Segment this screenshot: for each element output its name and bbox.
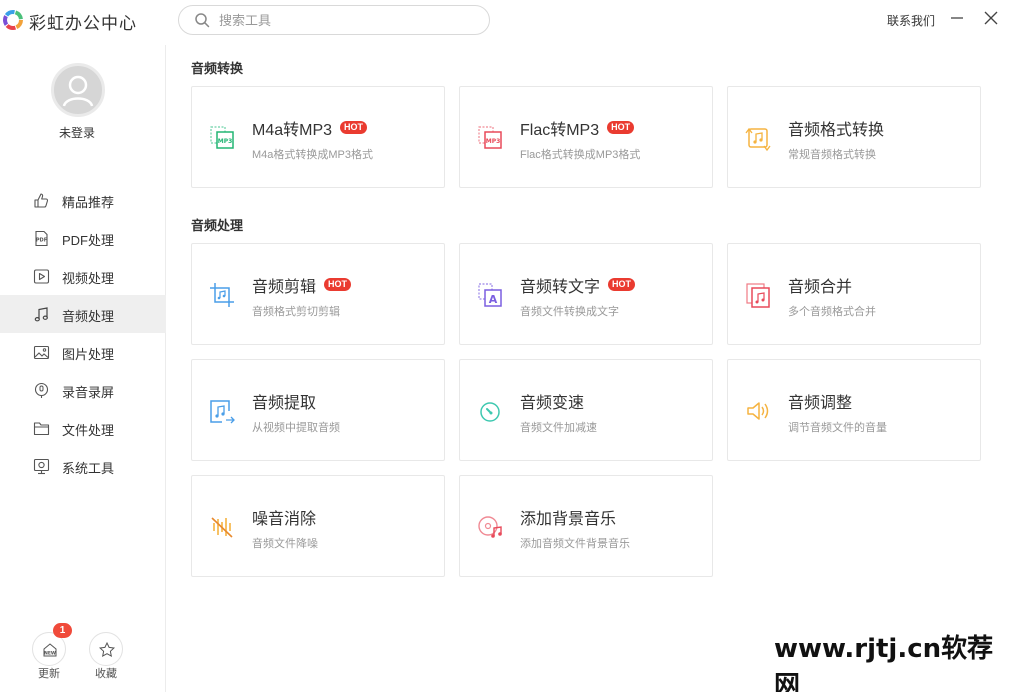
favorites-label: 收藏 bbox=[95, 668, 117, 680]
tool-card-audio-format-convert[interactable]: 音频格式转换 常规音频格式转换 bbox=[727, 86, 981, 188]
section-title-audio-processing: 音频处理 bbox=[191, 218, 244, 233]
new-update-icon: NEW bbox=[43, 643, 57, 657]
tool-card-background-music[interactable]: 添加背景音乐 添加音频文件背景音乐 bbox=[459, 475, 713, 577]
user-icon bbox=[62, 75, 94, 107]
tool-card-audio-merge[interactable]: 音频合并 多个音频格式合并 bbox=[727, 243, 981, 345]
audio-speed-icon bbox=[480, 402, 500, 422]
card-title: 音频合并 bbox=[788, 279, 853, 296]
m4a-to-mp3-icon: MP3 bbox=[210, 126, 234, 149]
hot-badge: HOT bbox=[607, 121, 635, 134]
card-description: M4a格式转换成MP3格式 bbox=[252, 149, 374, 161]
video-icon bbox=[33, 269, 50, 284]
sidebar-item-label: 系统工具 bbox=[62, 461, 115, 476]
card-description: 音频文件降噪 bbox=[252, 538, 318, 550]
svg-text:PDF: PDF bbox=[36, 238, 47, 244]
sidebar-item-pdf[interactable]: PDF PDF处理 bbox=[0, 219, 166, 257]
card-title: 音频格式转换 bbox=[788, 122, 885, 139]
card-description: 音频格式剪切剪辑 bbox=[252, 306, 340, 318]
svg-text:MP3: MP3 bbox=[486, 138, 501, 145]
audio-merge-icon bbox=[746, 283, 770, 308]
watermark-text: www.rjtj.cn软荐网 bbox=[774, 634, 994, 692]
favorites-button[interactable] bbox=[89, 632, 123, 666]
card-title: 音频调整 bbox=[788, 395, 853, 412]
tool-card-volume-adjust[interactable]: 音频调整 调节音频文件的音量 bbox=[727, 359, 981, 461]
sidebar-item-recording[interactable]: 录音录屏 bbox=[0, 371, 166, 409]
card-title: 噪音消除 bbox=[252, 511, 317, 528]
login-status[interactable]: 未登录 bbox=[0, 124, 154, 141]
close-icon[interactable] bbox=[983, 10, 999, 26]
card-title: 音频变速 bbox=[520, 395, 585, 412]
avatar[interactable] bbox=[51, 63, 105, 117]
card-title: 音频剪辑 HOT bbox=[252, 273, 352, 297]
hot-badge: HOT bbox=[324, 278, 352, 291]
card-description: 常规音频格式转换 bbox=[788, 149, 876, 161]
card-description: 音频文件转换成文字 bbox=[520, 306, 619, 318]
hot-badge: HOT bbox=[608, 278, 636, 291]
sidebar-item-label: 录音录屏 bbox=[62, 385, 115, 400]
app-logo-icon bbox=[3, 10, 23, 30]
volume-icon bbox=[747, 402, 769, 420]
contact-us-link[interactable]: 联系我们 bbox=[887, 12, 935, 29]
card-description: Flac格式转换成MP3格式 bbox=[520, 149, 641, 161]
sidebar-item-video[interactable]: 视频处理 bbox=[0, 257, 166, 295]
system-tools-icon bbox=[33, 458, 50, 475]
tool-card-flac-to-mp3[interactable]: MP3 Flac转MP3 HOT Flac格式转换成MP3格式 bbox=[459, 86, 713, 188]
card-title: 音频提取 bbox=[252, 395, 317, 412]
section-title-audio-conversion: 音频转换 bbox=[191, 61, 244, 76]
search-icon bbox=[195, 13, 210, 28]
sidebar-item-label: 视频处理 bbox=[62, 271, 115, 286]
card-description: 调节音频文件的音量 bbox=[788, 422, 887, 434]
search-box[interactable] bbox=[178, 5, 490, 35]
audio-crop-icon bbox=[210, 283, 234, 307]
card-description: 音频文件加减速 bbox=[520, 422, 597, 434]
card-title: Flac转MP3 HOT bbox=[520, 116, 635, 140]
flac-to-mp3-icon: MP3 bbox=[478, 126, 502, 149]
update-badge: 1 bbox=[53, 623, 72, 638]
card-description: 从视频中提取音频 bbox=[252, 422, 340, 434]
new-icon-text: NEW bbox=[44, 651, 56, 657]
tool-card-m4a-to-mp3[interactable]: MP3 M4a转MP3 HOT M4a格式转换成MP3格式 bbox=[191, 86, 445, 188]
search-input[interactable] bbox=[219, 10, 474, 30]
sidebar-item-file[interactable]: 文件处理 bbox=[0, 409, 166, 447]
tool-card-noise-reduction[interactable]: 噪音消除 音频文件降噪 bbox=[191, 475, 445, 577]
sidebar-item-system-tools[interactable]: 系统工具 bbox=[0, 447, 166, 485]
image-icon bbox=[33, 345, 50, 360]
title-bar: 彩虹办公中心 联系我们 bbox=[0, 0, 1009, 42]
thumbs-up-icon bbox=[34, 193, 49, 208]
card-title: M4a转MP3 HOT bbox=[252, 116, 368, 140]
card-title: 音频转文字 HOT bbox=[520, 273, 636, 297]
update-label: 更新 bbox=[38, 668, 60, 680]
hot-badge: HOT bbox=[340, 121, 368, 134]
card-title: 添加背景音乐 bbox=[520, 511, 617, 528]
sidebar-item-label: PDF处理 bbox=[62, 233, 115, 248]
sidebar-item-label: 音频处理 bbox=[62, 309, 115, 324]
background-music-icon bbox=[478, 516, 502, 538]
audio-format-convert-icon bbox=[745, 127, 771, 152]
tool-card-audio-speed[interactable]: 音频变速 音频文件加减速 bbox=[459, 359, 713, 461]
audio-to-text-icon: A bbox=[478, 283, 502, 307]
svg-text:A: A bbox=[489, 293, 498, 306]
noise-reduction-icon bbox=[211, 517, 233, 538]
sidebar-item-label: 精品推荐 bbox=[62, 195, 115, 210]
tool-card-audio-crop[interactable]: 音频剪辑 HOT 音频格式剪切剪辑 bbox=[191, 243, 445, 345]
card-description: 多个音频格式合并 bbox=[788, 306, 876, 318]
audio-extract-icon bbox=[210, 400, 235, 424]
sidebar: 未登录 精品推荐 PDF PDF处理 视频处理 音频处理 图片处理 录音录屏 文… bbox=[0, 45, 166, 692]
minimize-icon[interactable] bbox=[949, 10, 965, 26]
sidebar-item-label: 文件处理 bbox=[62, 423, 115, 438]
sidebar-item-label: 图片处理 bbox=[62, 347, 115, 362]
card-description: 添加音频文件背景音乐 bbox=[520, 538, 630, 550]
pdf-icon: PDF bbox=[35, 230, 48, 247]
sidebar-item-audio[interactable]: 音频处理 bbox=[0, 295, 166, 333]
star-icon bbox=[98, 641, 116, 658]
sidebar-item-recommended[interactable]: 精品推荐 bbox=[0, 181, 166, 219]
sidebar-item-image[interactable]: 图片处理 bbox=[0, 333, 166, 371]
tool-card-audio-to-text[interactable]: A 音频转文字 HOT 音频文件转换成文字 bbox=[459, 243, 713, 345]
tool-card-audio-extract[interactable]: 音频提取 从视频中提取音频 bbox=[191, 359, 445, 461]
app-title: 彩虹办公中心 bbox=[29, 14, 137, 33]
music-note-icon bbox=[34, 307, 48, 322]
folder-icon bbox=[33, 422, 50, 436]
svg-text:MP3: MP3 bbox=[218, 138, 233, 145]
record-icon bbox=[34, 382, 49, 398]
